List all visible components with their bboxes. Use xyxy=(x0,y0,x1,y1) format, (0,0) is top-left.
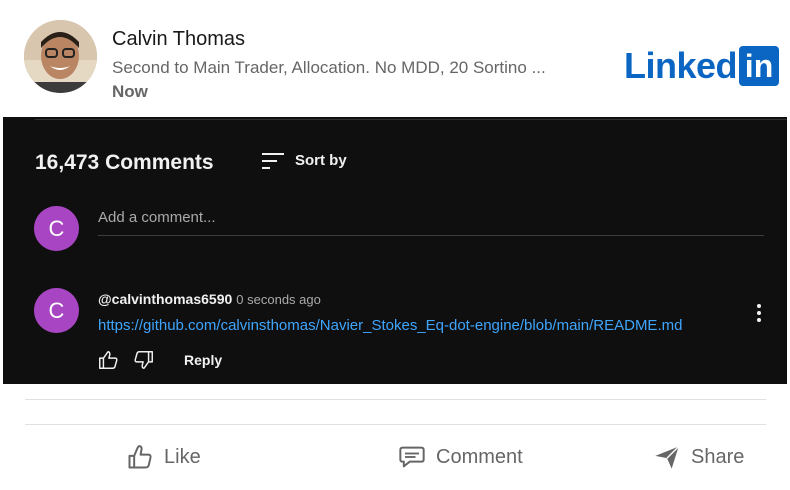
commenter-handle[interactable]: @calvinthomas6590 xyxy=(98,291,232,307)
more-options-icon[interactable] xyxy=(749,301,769,325)
reply-button[interactable]: Reply xyxy=(184,352,222,368)
sort-icon[interactable] xyxy=(261,151,285,171)
thumbs-up-icon[interactable] xyxy=(97,349,119,371)
post-time: Now xyxy=(112,82,148,101)
like-icon xyxy=(128,445,152,469)
like-button[interactable]: Like xyxy=(126,440,201,474)
post-card: Calvin Thomas Second to Main Trader, All… xyxy=(0,0,790,490)
author-photo xyxy=(24,20,97,93)
linkedin-logo-box: in xyxy=(739,46,780,86)
comment-count: 16,473 Comments xyxy=(35,151,214,174)
comment-label: Comment xyxy=(436,445,523,468)
author-name[interactable]: Calvin Thomas xyxy=(112,28,245,51)
share-button[interactable]: Share xyxy=(653,440,744,474)
linkedin-logo: Linked in xyxy=(624,44,780,88)
panel-divider xyxy=(35,119,787,120)
comment-link[interactable]: https://github.com/calvinsthomas/Navier_… xyxy=(98,317,682,334)
thumbs-down-icon[interactable] xyxy=(133,349,155,371)
comment-header: @calvinthomas6590 0 seconds ago xyxy=(98,291,321,307)
divider xyxy=(25,399,766,400)
comment-icon xyxy=(399,446,425,468)
author-headline: Second to Main Trader, Allocation. No MD… xyxy=(112,58,546,77)
add-comment-input[interactable]: Add a comment... xyxy=(98,209,764,236)
divider xyxy=(25,424,766,425)
author-avatar[interactable] xyxy=(24,20,97,93)
sort-by-button[interactable]: Sort by xyxy=(295,152,347,169)
linkedin-logo-text: Linked xyxy=(624,45,738,86)
send-icon xyxy=(655,446,680,469)
share-label: Share xyxy=(691,445,745,468)
current-user-avatar: C xyxy=(34,206,79,251)
like-label: Like xyxy=(164,445,201,468)
comments-panel: 16,473 Comments Sort by C Add a comment.… xyxy=(3,117,787,384)
comment-time: 0 seconds ago xyxy=(236,292,321,307)
comment-button[interactable]: Comment xyxy=(398,440,523,474)
commenter-avatar[interactable]: C xyxy=(34,288,79,333)
